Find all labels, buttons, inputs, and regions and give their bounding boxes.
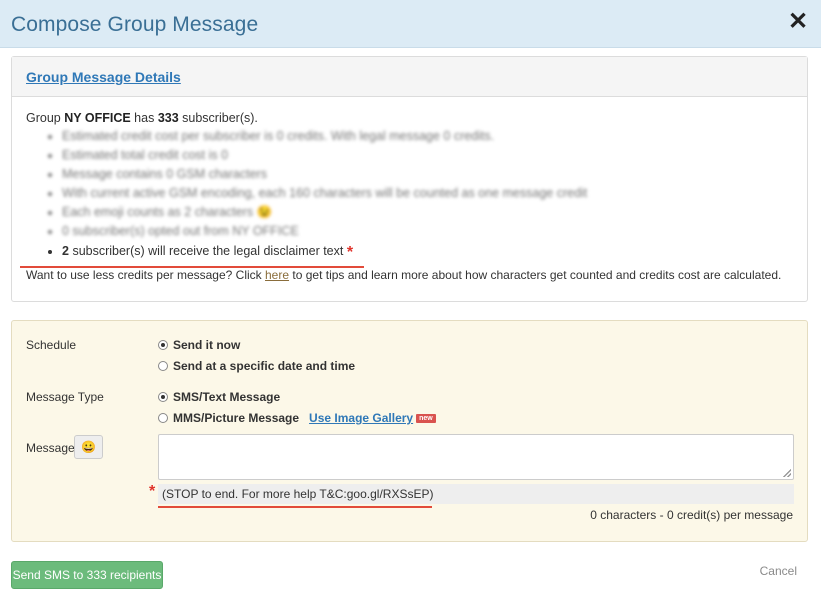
message-type-mms[interactable]: MMS/Picture Message Use Image Gallery ne…	[158, 411, 436, 425]
message-textarea[interactable]	[158, 434, 794, 480]
radio-icon[interactable]	[158, 361, 168, 371]
message-label: Message	[26, 441, 75, 455]
details-body: Group NY OFFICE has 333 subscriber(s). E…	[12, 97, 807, 282]
annotation-underline	[20, 266, 364, 268]
schedule-option-label: Send it now	[173, 338, 241, 352]
message-type-sms[interactable]: SMS/Text Message	[158, 390, 280, 404]
radio-checked-icon[interactable]	[158, 340, 168, 350]
modal-title: Compose Group Message	[11, 13, 259, 36]
new-badge: new	[416, 413, 436, 423]
schedule-option-now[interactable]: Send it now	[158, 338, 240, 352]
list-item: Estimated credit cost per subscriber is …	[62, 127, 793, 146]
modal-header: Compose Group Message ✕	[0, 0, 821, 48]
subscriber-count: 333	[157, 111, 179, 125]
cancel-link[interactable]: Cancel	[760, 564, 797, 578]
list-item: Each emoji counts as 2 characters 😉	[62, 203, 793, 222]
details-heading-link[interactable]: Group Message Details	[26, 69, 181, 85]
close-icon[interactable]: ✕	[787, 10, 809, 34]
tips-link[interactable]: here	[265, 268, 289, 282]
message-type-option-label: SMS/Text Message	[173, 390, 281, 404]
tips-suffix: to get tips and learn more about how cha…	[292, 268, 782, 282]
group-prefix: Group	[26, 111, 61, 125]
image-gallery-link[interactable]: Use Image Gallery	[309, 411, 413, 425]
legal-footer-text: (STOP to end. For more help T&C:goo.gl/R…	[158, 484, 794, 504]
list-item: Estimated total credit cost is 0	[62, 146, 793, 165]
legal-count: 2	[62, 244, 69, 258]
tips-prefix: Want to use less credits per message? Cl…	[26, 268, 262, 282]
schedule-label: Schedule	[26, 338, 77, 352]
list-item: Message contains 0 GSM characters	[62, 165, 793, 184]
annotation-star: *	[346, 244, 354, 261]
group-suffix: subscriber(s).	[182, 111, 258, 125]
group-has: has	[134, 111, 155, 125]
resize-handle-icon[interactable]	[783, 469, 791, 477]
character-count: 0 characters - 0 credit(s) per message	[590, 508, 793, 522]
send-sms-button[interactable]: Send SMS to 333 recipients	[11, 561, 163, 589]
details-heading: Group Message Details	[12, 57, 807, 97]
compose-form-panel: Schedule Send it now Send at a specific …	[11, 320, 808, 542]
message-type-label: Message Type	[26, 390, 104, 404]
list-item: 0 subscriber(s) opted out from NY OFFICE	[62, 222, 793, 241]
tips-line: Want to use less credits per message? Cl…	[26, 268, 793, 282]
details-list: Estimated credit cost per subscriber is …	[26, 127, 793, 261]
group-summary: Group NY OFFICE has 333 subscriber(s).	[26, 111, 793, 125]
schedule-option-label: Send at a specific date and time	[173, 359, 356, 373]
radio-checked-icon[interactable]	[158, 392, 168, 402]
group-name: NY OFFICE	[64, 111, 131, 125]
message-type-option-label: MMS/Picture Message	[173, 411, 300, 425]
emoji-picker-button[interactable]: 😀	[74, 435, 103, 459]
annotation-underline	[158, 506, 432, 508]
legal-text: subscriber(s) will receive the legal dis…	[72, 244, 344, 258]
schedule-option-later[interactable]: Send at a specific date and time	[158, 359, 355, 373]
list-item: With current active GSM encoding, each 1…	[62, 184, 793, 203]
annotation-star: *	[149, 483, 156, 500]
radio-icon[interactable]	[158, 413, 168, 423]
legal-disclaimer-item: 2 subscriber(s) will receive the legal d…	[62, 241, 793, 261]
